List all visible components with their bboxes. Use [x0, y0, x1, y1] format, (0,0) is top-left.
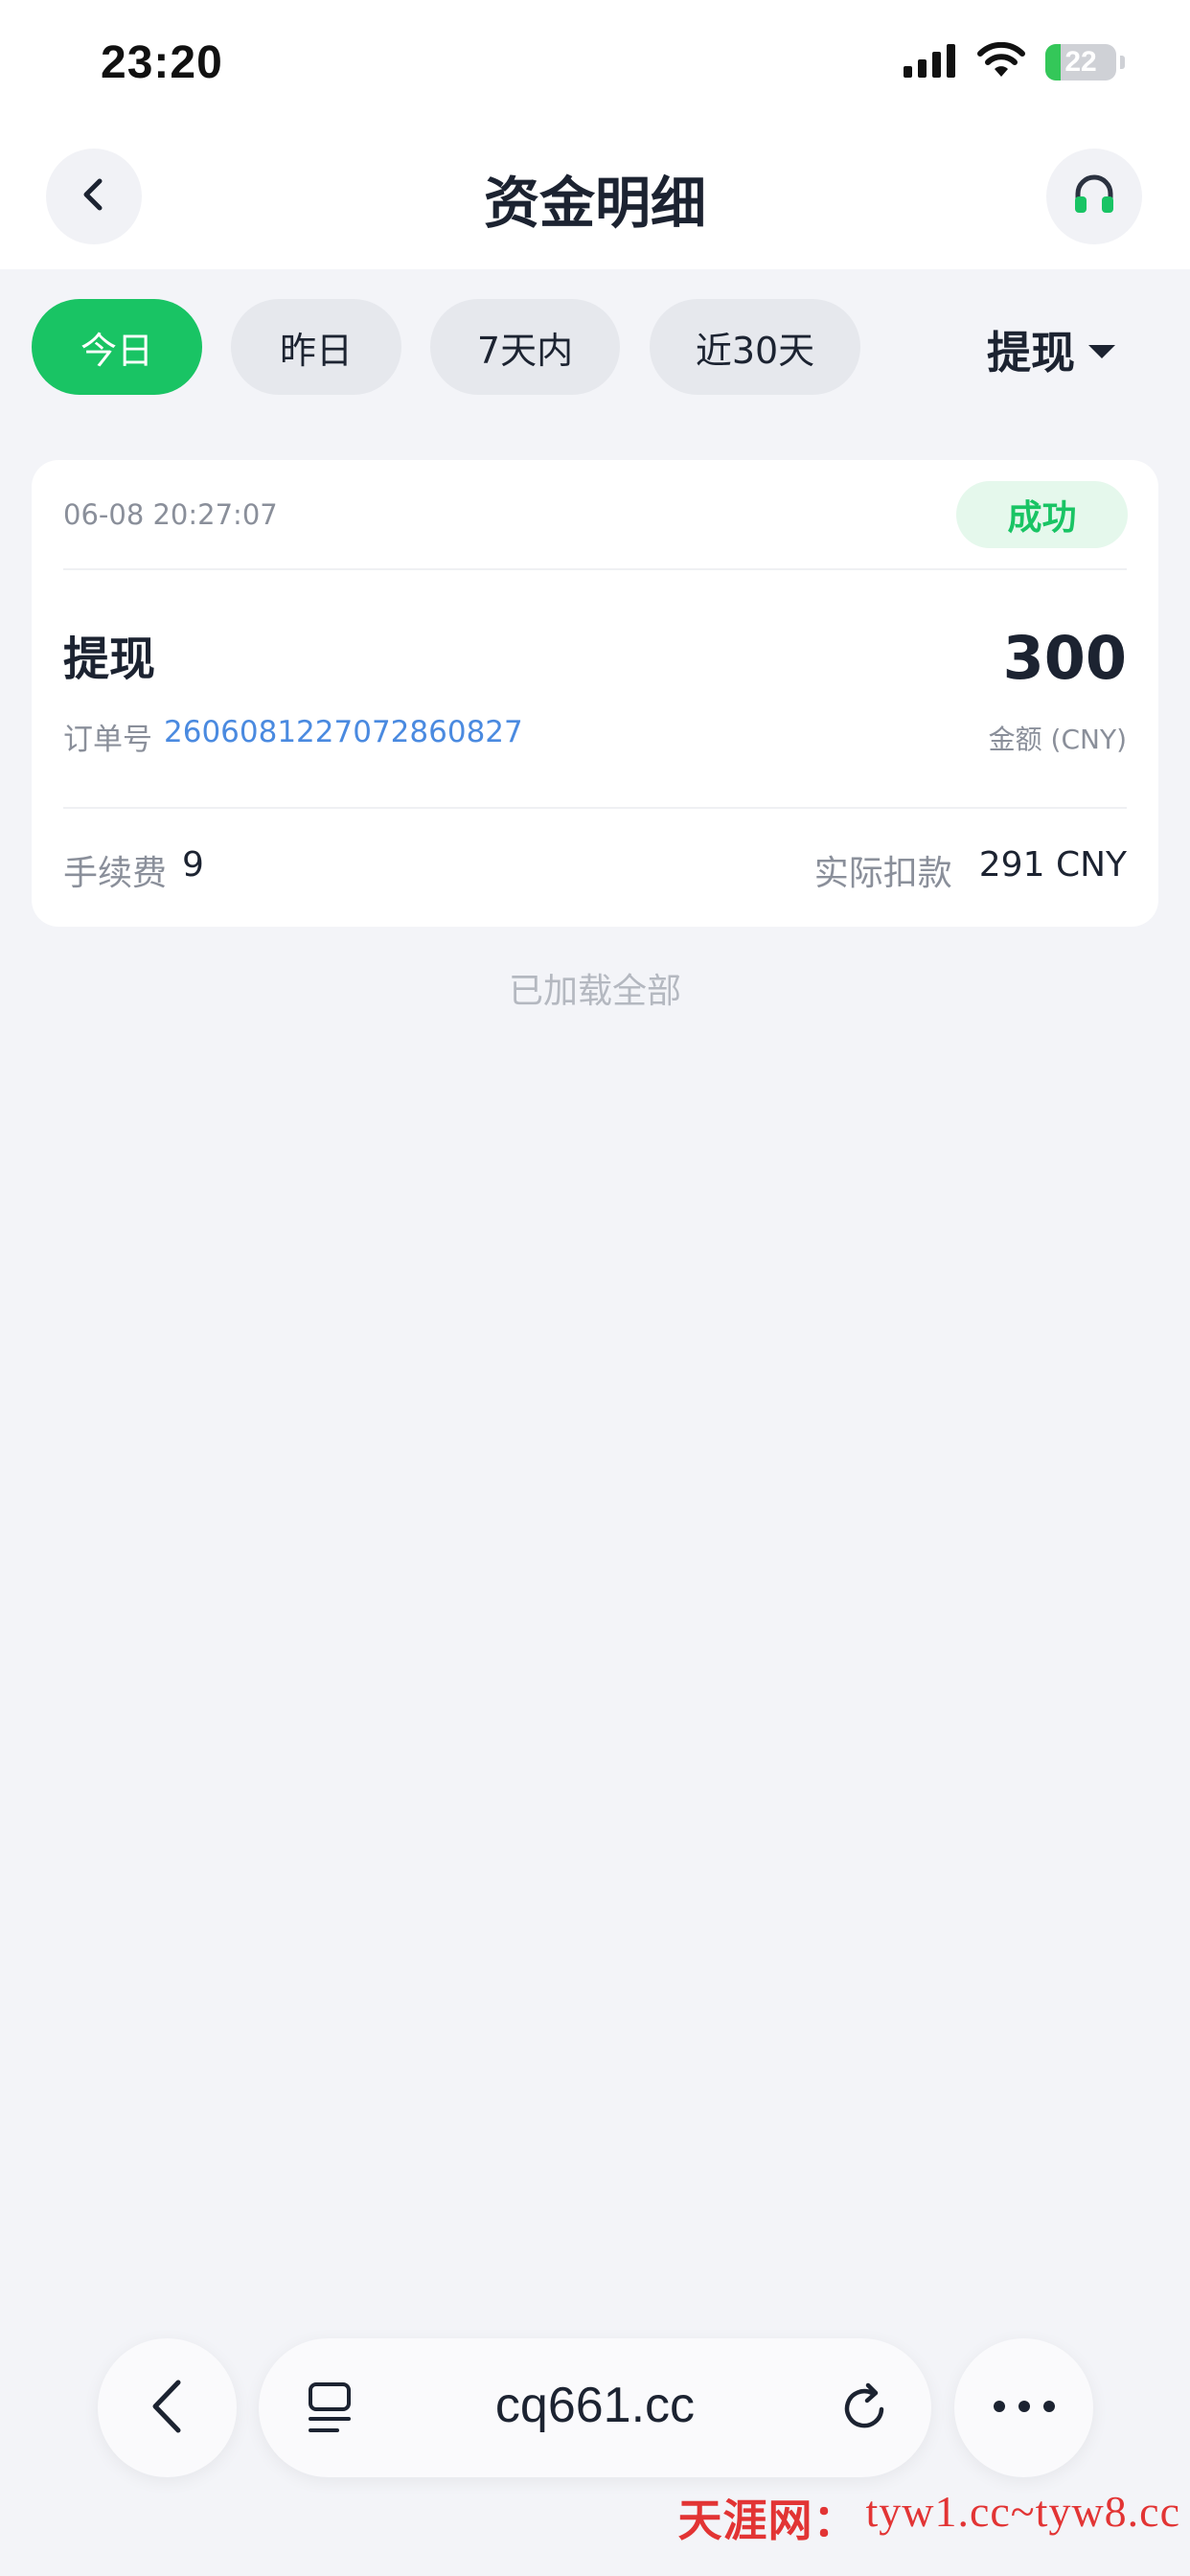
caret-down-icon [1088, 345, 1115, 358]
list-end-text: 已加载全部 [508, 972, 681, 1011]
browser-toolbar: cq661.cc [0, 2338, 1190, 2477]
battery-level-text: 22 [1064, 46, 1097, 78]
chip-7-days[interactable]: 7天内 [430, 299, 620, 395]
type-select[interactable]: 提现 [987, 318, 1115, 381]
customer-service-button[interactable] [1046, 149, 1142, 244]
record-card[interactable]: 06-08 20:27:07 成功 提现 300 订单号 26060812270… [32, 460, 1158, 927]
order-line: 订单号 2606081227072860827 [63, 715, 523, 758]
fee-label: 手续费 [63, 854, 168, 893]
nav-bar: 资金明细 [0, 129, 1190, 269]
deduct-label: 实际扣款 [813, 854, 952, 893]
page-title: 资金明细 [483, 171, 706, 236]
date-filter-bar: 今日 昨日 7天内 近30天 提现 [0, 299, 1190, 397]
type-select-label: 提现 [987, 327, 1075, 379]
battery-cap [1120, 56, 1125, 69]
watermark: 天涯网： tyw1.cc~tyw8.cc [677, 2486, 1180, 2549]
chip-30-days[interactable]: 近30天 [650, 299, 860, 395]
back-icon [144, 2377, 192, 2440]
amount-caption: 金额 (CNY) [988, 724, 1127, 755]
order-label: 订单号 [63, 723, 152, 757]
record-type: 提现 [63, 632, 156, 686]
fee-value: 9 [182, 845, 204, 885]
watermark-domains: tyw1.cc~tyw8.cc [865, 2487, 1180, 2536]
address-bar[interactable]: cq661.cc [259, 2338, 931, 2477]
chip-yesterday[interactable]: 昨日 [231, 299, 401, 395]
signal-icon [904, 43, 957, 81]
wifi-icon [976, 41, 1026, 82]
fee-line: 手续费 9 [63, 845, 204, 895]
headset-icon [1070, 171, 1118, 222]
more-icon [993, 2399, 1056, 2417]
order-number[interactable]: 2606081227072860827 [164, 715, 523, 758]
card-divider-top [63, 568, 1127, 570]
status-time: 23:20 [101, 37, 223, 88]
status-bar: 23:20 22 [0, 0, 1190, 129]
status-badge: 成功 [956, 481, 1128, 548]
more-button[interactable] [954, 2338, 1093, 2477]
browser-back-button[interactable] [98, 2338, 237, 2477]
watermark-name: 天涯网： [677, 2496, 858, 2545]
deduct-line: 实际扣款 291 CNY [814, 845, 1127, 895]
record-time: 06-08 20:27:07 [63, 498, 278, 531]
reload-icon[interactable] [839, 2380, 893, 2440]
status-icons: 22 [904, 41, 1125, 82]
url-text: cq661.cc [494, 2378, 696, 2433]
battery-charging-icon: 22 [1045, 44, 1116, 80]
chip-today[interactable]: 今日 [32, 299, 202, 395]
record-amount: 300 [1002, 623, 1127, 693]
deduct-value: 291 CNY [978, 845, 1127, 885]
card-divider-bottom [63, 807, 1127, 809]
